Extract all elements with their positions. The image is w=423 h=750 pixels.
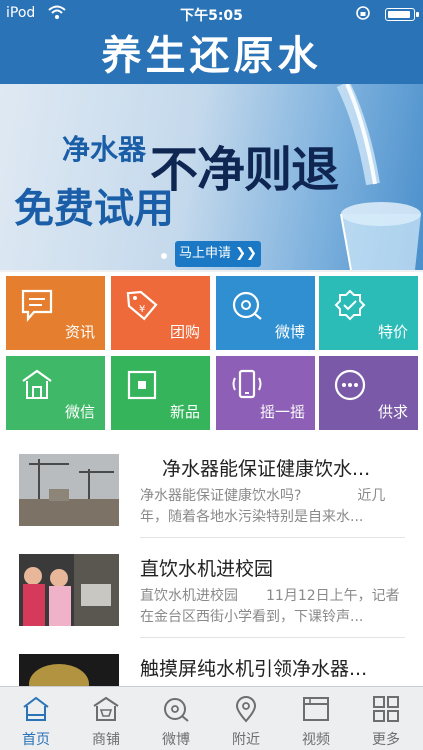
news-thumbnail	[19, 554, 119, 626]
tab-label: 商铺	[92, 732, 120, 748]
grid-icon	[373, 696, 399, 722]
battery-icon	[385, 8, 419, 21]
tab-nearby[interactable]: 附近	[211, 687, 281, 750]
tab-label: 微博	[162, 732, 190, 748]
svg-text:¥: ¥	[139, 304, 145, 315]
ellipsis-icon	[334, 369, 366, 401]
tab-video[interactable]: 视频	[281, 687, 351, 750]
banner-slogan: 不净则退	[150, 142, 339, 198]
shop-icon	[93, 696, 119, 721]
chat-bubble-icon	[21, 289, 53, 322]
home-icon	[23, 696, 49, 721]
tile-label: 新品	[169, 403, 200, 421]
tile-news[interactable]: 资讯	[6, 276, 105, 350]
tile-wechat[interactable]: 微信	[6, 356, 105, 430]
tab-label: 附近	[232, 732, 260, 748]
tab-shops[interactable]: 商铺	[71, 687, 141, 750]
tab-home[interactable]: 首页	[1, 687, 71, 750]
list-item[interactable]: 净水器能保证健康饮水... 净水器能保证健康饮水吗? 近几年，随着各地水污染特别…	[0, 438, 423, 538]
video-icon	[303, 697, 329, 721]
list-item[interactable]: 直饮水机进校园 直饮水机进校园 11月12日上午，记者在金台区西街小学看到，下课…	[0, 538, 423, 638]
new-product-icon	[127, 370, 157, 400]
tab-more[interactable]: 更多	[351, 687, 421, 750]
tile-special[interactable]: 特价	[319, 276, 418, 350]
tile-label: 团购	[169, 323, 200, 341]
tile-supply-demand[interactable]: 供求	[319, 356, 418, 430]
weibo-icon	[232, 291, 262, 320]
tile-label: 微博	[274, 323, 305, 341]
shake-phone-icon	[232, 369, 262, 399]
tab-label: 视频	[302, 732, 330, 748]
tile-groupbuy[interactable]: ¥ 团购	[111, 276, 210, 350]
tab-label: 首页	[22, 732, 50, 748]
news-title: 直饮水机进校园	[140, 558, 274, 580]
news-title: 触摸屏纯水机引领净水器...	[140, 658, 368, 680]
tab-bar: 首页 商铺 微博 附近 视频 更多	[0, 686, 423, 750]
page-indicator	[161, 253, 167, 259]
tile-new-products[interactable]: 新品	[111, 356, 210, 430]
banner-line1: 净水器	[62, 133, 147, 166]
news-thumbnail	[19, 654, 119, 686]
news-desc: 净水器能保证健康饮水吗? 近几年，随着各地水污染特别是自来水...	[140, 488, 386, 525]
news-desc: 直饮水机进校园 11月12日上午，记者在金台区西街小学看到，下课铃声...	[140, 588, 400, 625]
tile-label: 摇一摇	[259, 403, 305, 421]
weibo-icon	[164, 698, 189, 722]
rotation-lock-icon	[355, 4, 371, 26]
tab-label: 更多	[372, 732, 400, 748]
news-thumbnail	[19, 454, 119, 526]
tile-label: 供求	[377, 403, 408, 421]
storefront-icon	[22, 369, 52, 399]
news-list: 净水器能保证健康饮水... 净水器能保证健康饮水吗? 近几年，随着各地水污染特别…	[0, 438, 423, 686]
badge-icon	[334, 289, 366, 321]
tile-label: 特价	[377, 323, 408, 341]
tile-label: 资讯	[64, 323, 95, 341]
price-tag-icon: ¥	[126, 290, 158, 321]
tile-label: 微信	[64, 403, 95, 421]
status-bar: iPod 下午5:05	[0, 0, 423, 28]
function-grid: 资讯 ¥ 团购 微博 特价 微信 新品 摇一摇 供求	[0, 272, 423, 438]
apply-now-button[interactable]: 马上申请 ❯❯	[175, 241, 261, 267]
tile-shake[interactable]: 摇一摇	[216, 356, 315, 430]
location-pin-icon	[235, 696, 257, 723]
list-item[interactable]: 触摸屏纯水机引领净水器...	[0, 638, 423, 686]
tab-weibo[interactable]: 微博	[141, 687, 211, 750]
tile-weibo[interactable]: 微博	[216, 276, 315, 350]
news-title: 净水器能保证健康饮水...	[162, 458, 371, 480]
page-title: 养生还原水	[0, 28, 423, 84]
